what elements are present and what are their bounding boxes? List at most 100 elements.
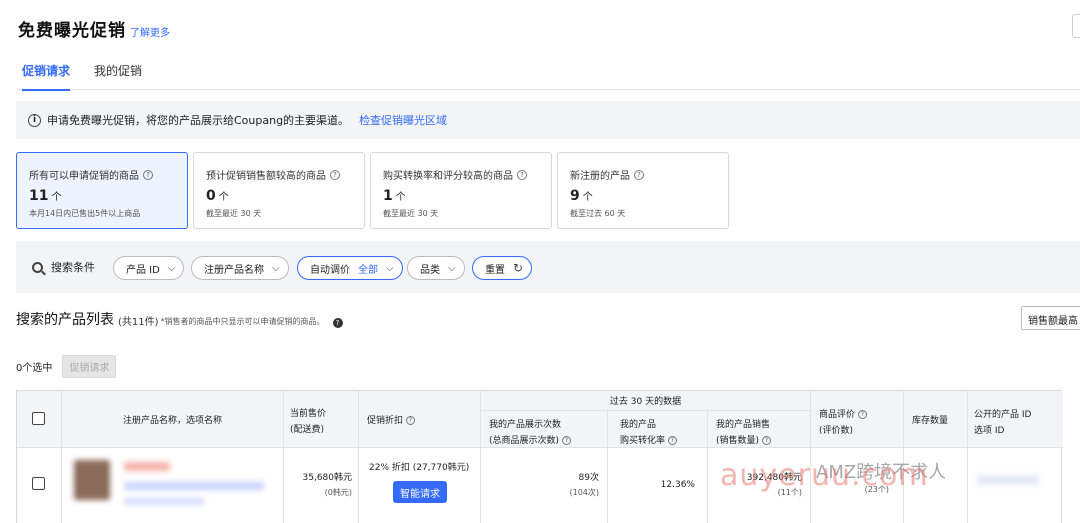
col-impressions-line1: 我的产品展示次数 bbox=[489, 420, 562, 430]
col-discount: 促销折扣 bbox=[367, 416, 404, 426]
filter-category[interactable]: 品类 ⌵ bbox=[407, 256, 465, 280]
card-unit: 个 bbox=[51, 192, 62, 203]
card-count: 11 bbox=[29, 188, 49, 204]
help-icon[interactable]: ? bbox=[143, 169, 153, 180]
filter-product-name[interactable]: 注册产品名称 ⌵ bbox=[191, 256, 289, 280]
header-select-all bbox=[17, 391, 62, 448]
product-list-header: 搜索的产品列表 (共11件) *销售者的商品中只显示可以申请促销的商品。 ? bbox=[16, 309, 343, 329]
discount-value: 22% 折扣 (27,770韩元) bbox=[369, 463, 470, 473]
info-icon: i bbox=[28, 113, 41, 127]
header-discount: 促销折扣 ? bbox=[359, 391, 481, 448]
filter-auto-pricing[interactable]: 自动调价 全部 ⌵ bbox=[297, 256, 403, 280]
search-filter-bar: 搜索条件 产品 ID ⌵ 注册产品名称 ⌵ 自动调价 全部 ⌵ 品类 ⌵ 重置 ↻ bbox=[16, 241, 1080, 293]
card-title: 预计促销销售额较高的商品 bbox=[206, 171, 326, 182]
card-new-products[interactable]: 新注册的产品? 9个 截至过去 60 天 bbox=[557, 152, 729, 229]
header-product-name: 注册产品名称，选项名称 bbox=[62, 391, 284, 448]
sales-cell: 392,480韩元 (11个) bbox=[708, 448, 811, 523]
help-icon[interactable]: ? bbox=[857, 410, 867, 419]
option-name-blurred bbox=[124, 482, 264, 490]
card-subtitle: 截至过去 60 天 bbox=[570, 209, 626, 218]
learn-more-link[interactable]: 了解更多 bbox=[130, 24, 170, 39]
header-stock: 库存数量 bbox=[904, 391, 968, 448]
col-price-line2: (配送费) bbox=[290, 425, 325, 435]
col-sales-line1: 我的产品销售 bbox=[716, 420, 771, 430]
header-public-id: 公开的产品 ID 选项 ID bbox=[968, 391, 1063, 448]
col-group-label: 过去 30 天的数据 bbox=[609, 397, 682, 407]
filter-label: 自动调价 bbox=[310, 264, 350, 276]
sort-dropdown[interactable]: 销售额最高 bbox=[1021, 306, 1080, 330]
card-count: 0 bbox=[206, 188, 216, 204]
public-id-cell bbox=[968, 448, 1063, 523]
stock-cell bbox=[904, 448, 968, 523]
select-all-checkbox[interactable] bbox=[32, 412, 45, 425]
card-unit: 个 bbox=[395, 192, 406, 203]
smart-request-button[interactable]: 智能请求 bbox=[393, 481, 447, 503]
header-rating: 商品评价 ? (评价数) bbox=[811, 391, 904, 448]
list-count: (共11件) bbox=[118, 317, 159, 328]
selected-count: 0个选中 bbox=[16, 363, 53, 374]
row-select bbox=[17, 448, 62, 523]
help-icon[interactable]: ? bbox=[667, 436, 677, 445]
col-public-id-line2: 选项 ID bbox=[974, 426, 1005, 436]
tab-promo-request[interactable]: 促销请求 bbox=[22, 62, 71, 91]
card-count: 1 bbox=[383, 188, 393, 204]
col-rating-line2: (评价数) bbox=[819, 426, 854, 436]
public-id-blurred bbox=[978, 476, 1038, 484]
card-high-conversion[interactable]: 购买转换率和评分较高的商品? 1个 截至最近 30 天 bbox=[370, 152, 552, 229]
card-high-sales[interactable]: 预计促销销售额较高的商品? 0个 截至最近 30 天 bbox=[193, 152, 365, 229]
product-name-cell bbox=[62, 448, 284, 523]
filter-product-id[interactable]: 产品 ID ⌵ bbox=[113, 256, 185, 280]
total-impressions-value: (104次) bbox=[569, 488, 599, 497]
tab-my-promos[interactable]: 我的促销 bbox=[94, 62, 142, 89]
info-banner: i 申请免费曝光促销，将您的产品展示给Coupang的主要渠道。 检查促销曝光区… bbox=[16, 101, 1080, 139]
reset-button[interactable]: 重置 ↻ bbox=[472, 256, 533, 280]
search-icon bbox=[32, 261, 43, 273]
card-title: 所有可以申请促销的商品 bbox=[29, 171, 139, 182]
col-impressions-line2: (总商品展示次数) bbox=[489, 436, 560, 446]
col-conversion-line1: 我的产品 bbox=[620, 420, 657, 430]
col-stock: 库存数量 bbox=[912, 416, 949, 426]
price-cell: 35,680韩元 (0韩元) bbox=[284, 448, 359, 523]
help-icon[interactable]: ? bbox=[634, 169, 644, 180]
help-icon[interactable]: ? bbox=[332, 318, 343, 328]
col-conversion-line2: 购买转化率 bbox=[620, 436, 666, 446]
row-checkbox[interactable] bbox=[32, 477, 45, 490]
product-name-blurred bbox=[124, 462, 170, 471]
check-exposure-link[interactable]: 检查促销曝光区域 bbox=[359, 112, 447, 128]
header-group-30days: 过去 30 天的数据 bbox=[481, 391, 811, 411]
header-conversion: 我的产品 购买转化率 ? bbox=[608, 411, 708, 448]
page-title: 免费曝光促销 bbox=[18, 21, 126, 41]
filter-value: 全部 bbox=[358, 264, 378, 276]
header-sales: 我的产品销售 (销售数量) ? bbox=[708, 411, 811, 448]
card-title: 购买转换率和评分较高的商品 bbox=[383, 171, 513, 182]
promo-request-button[interactable]: 促销请求 bbox=[62, 355, 117, 378]
chevron-down-icon: ⌵ bbox=[386, 262, 394, 274]
help-icon[interactable]: ? bbox=[517, 169, 527, 180]
rating-count-value: (23个) bbox=[864, 485, 889, 494]
card-title: 新注册的产品 bbox=[570, 171, 630, 182]
card-count: 9 bbox=[570, 188, 580, 204]
sales-value: 392,480韩元 bbox=[746, 473, 802, 483]
filter-label: 注册产品名称 bbox=[204, 264, 264, 276]
list-title: 搜索的产品列表 bbox=[16, 312, 114, 328]
product-table: 注册产品名称，选项名称 当前售价 (配送费) 促销折扣 ? 过去 30 天的数据… bbox=[16, 390, 1063, 523]
chevron-down-icon: ⌵ bbox=[167, 262, 176, 274]
card-subtitle: 本月14日内已售出5件以上商品 bbox=[29, 209, 141, 218]
col-public-id-line1: 公开的产品 ID bbox=[974, 410, 1032, 420]
header-impressions: 我的产品展示次数 (总商品展示次数) ? bbox=[481, 411, 608, 448]
col-price-line1: 当前售价 bbox=[290, 409, 327, 419]
card-all-eligible[interactable]: 所有可以申请促销的商品? 11 个 本月14日内已售出5件以上商品 bbox=[16, 152, 188, 229]
header-current-price: 当前售价 (配送费) bbox=[284, 391, 359, 448]
help-icon[interactable]: ? bbox=[330, 169, 340, 180]
top-right-button[interactable] bbox=[1072, 14, 1080, 38]
tab-bar: 促销请求 我的促销 bbox=[18, 56, 1080, 91]
product-thumbnail bbox=[74, 460, 110, 500]
help-icon[interactable]: ? bbox=[405, 416, 415, 425]
page-header: 免费曝光促销 了解更多 bbox=[18, 16, 170, 41]
conversion-value: 12.36% bbox=[660, 480, 695, 490]
help-icon[interactable]: ? bbox=[761, 436, 771, 445]
shipping-value: (0韩元) bbox=[324, 488, 352, 497]
help-icon[interactable]: ? bbox=[561, 436, 571, 445]
option-id-blurred bbox=[124, 498, 204, 505]
sales-qty-value: (11个) bbox=[777, 488, 802, 497]
